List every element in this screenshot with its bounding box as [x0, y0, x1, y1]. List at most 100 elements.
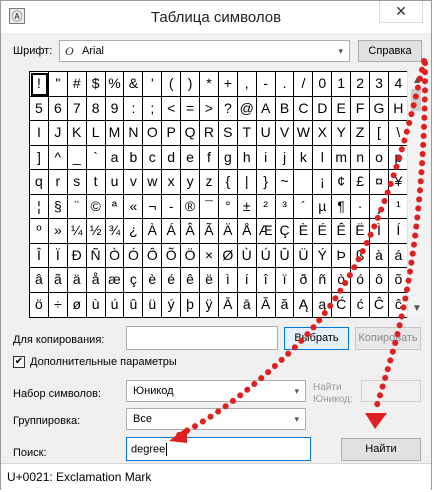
- char-cell[interactable]: &: [124, 72, 144, 97]
- char-cell[interactable]: ±: [237, 194, 257, 219]
- char-cell[interactable]: U: [256, 121, 276, 146]
- char-cell[interactable]: ä: [67, 268, 87, 293]
- char-cell[interactable]: ÷: [49, 292, 68, 317]
- char-cell[interactable]: æ: [105, 268, 125, 293]
- scroll-down-icon[interactable]: ▼: [412, 303, 422, 314]
- char-cell[interactable]: ¡: [313, 170, 333, 195]
- char-cell[interactable]: (: [162, 72, 182, 97]
- char-cell[interactable]: Ê: [332, 219, 352, 244]
- char-cell[interactable]: á: [388, 244, 408, 268]
- char-cell[interactable]: ù: [87, 292, 106, 317]
- char-cell[interactable]: h: [237, 145, 257, 170]
- char-cell[interactable]: r: [48, 170, 68, 195]
- char-cell[interactable]: \: [388, 121, 408, 146]
- char-cell[interactable]: ï: [275, 268, 295, 293]
- char-cell[interactable]: ²: [256, 194, 276, 219]
- char-cell[interactable]: Ù: [237, 243, 257, 268]
- char-cell[interactable]: ¤: [370, 170, 389, 195]
- char-cell[interactable]: ¢: [332, 170, 352, 195]
- char-cell[interactable]: 5: [30, 96, 49, 121]
- char-cell[interactable]: s: [67, 170, 87, 195]
- char-cell[interactable]: P: [162, 121, 182, 146]
- char-cell[interactable]: T: [237, 121, 257, 146]
- char-cell[interactable]: ¦: [30, 194, 49, 219]
- find-button[interactable]: Найти: [341, 438, 421, 461]
- char-cell[interactable]: Ï: [48, 243, 68, 268]
- goto-unicode-input[interactable]: [361, 380, 421, 402]
- char-cell[interactable]: .: [275, 72, 295, 97]
- scroll-up-icon[interactable]: ▲: [412, 75, 422, 86]
- char-cell[interactable]: å: [86, 268, 106, 293]
- char-cell[interactable]: «: [124, 194, 144, 219]
- char-cell[interactable]: @: [237, 96, 257, 121]
- char-cell[interactable]: O: [143, 121, 163, 146]
- char-cell[interactable]: ,: [237, 72, 257, 97]
- char-cell[interactable]: ý: [162, 292, 182, 317]
- char-cell[interactable]: N: [124, 121, 144, 146]
- char-cell[interactable]: Ô: [143, 243, 163, 268]
- select-button[interactable]: Выбрать: [284, 327, 349, 350]
- char-cell[interactable]: Y: [332, 121, 352, 146]
- char-cell[interactable]: ¿: [124, 219, 144, 244]
- char-cell[interactable]: ñ: [313, 268, 333, 293]
- char-cell[interactable]: ì: [218, 268, 238, 293]
- char-cell[interactable]: Æ: [256, 219, 276, 244]
- char-cell[interactable]: Ã: [200, 219, 219, 244]
- char-cell[interactable]: þ: [181, 292, 201, 317]
- char-cell[interactable]: A: [256, 96, 276, 121]
- char-cell[interactable]: :: [124, 96, 144, 121]
- char-cell[interactable]: À: [143, 219, 163, 244]
- char-cell[interactable]: G: [370, 96, 389, 121]
- char-cell[interactable]: c: [143, 145, 163, 170]
- char-cell[interactable]: d: [162, 145, 182, 170]
- char-cell[interactable]: £: [351, 170, 371, 195]
- search-input[interactable]: degree: [126, 437, 311, 461]
- char-cell[interactable]: F: [351, 96, 371, 121]
- char-cell[interactable]: â: [30, 268, 49, 293]
- char-cell[interactable]: %: [105, 72, 125, 97]
- char-cell[interactable]: Û: [275, 243, 295, 268]
- char-cell[interactable]: Z: [351, 121, 371, 146]
- char-cell[interactable]: ê: [181, 268, 201, 293]
- char-cell[interactable]: 1: [332, 72, 352, 97]
- char-cell[interactable]: ð: [294, 268, 314, 293]
- char-cell[interactable]: ¶: [332, 194, 352, 219]
- char-cell[interactable]: Å: [237, 219, 257, 244]
- grouping-select[interactable]: Все ▾: [126, 408, 306, 430]
- char-cell[interactable]: Ç: [275, 219, 295, 244]
- char-cell[interactable]: 7: [67, 96, 87, 121]
- advanced-label[interactable]: Дополнительные параметры: [30, 356, 177, 368]
- char-cell[interactable]: ç: [124, 268, 144, 293]
- char-cell[interactable]: W: [294, 121, 314, 146]
- char-cell[interactable]: K: [67, 121, 87, 146]
- char-cell[interactable]: Ð: [67, 243, 87, 268]
- char-cell[interactable]: ´: [294, 194, 314, 219]
- char-cell[interactable]: í: [237, 268, 257, 293]
- char-cell[interactable]: e: [181, 145, 201, 170]
- char-cell[interactable]: ¾: [105, 219, 125, 244]
- char-cell[interactable]: ³: [275, 194, 295, 219]
- char-cell[interactable]: ¸: [370, 194, 389, 219]
- char-cell[interactable]: ½: [86, 219, 106, 244]
- char-cell[interactable]: C: [294, 96, 314, 121]
- char-cell[interactable]: Ă: [257, 292, 276, 317]
- char-cell[interactable]: Ć: [332, 292, 352, 317]
- char-cell[interactable]: _: [67, 145, 87, 170]
- char-cell[interactable]: Ý: [313, 243, 333, 268]
- char-cell[interactable]: ô: [370, 268, 389, 293]
- char-cell[interactable]: ': [143, 72, 163, 97]
- char-cell[interactable]: L: [86, 121, 106, 146]
- char-cell[interactable]: ă: [276, 292, 295, 317]
- char-cell[interactable]: ¨: [67, 194, 87, 219]
- char-cell[interactable]: $: [86, 72, 106, 97]
- char-cell[interactable]: f: [200, 145, 219, 170]
- char-cell[interactable]: u: [105, 170, 125, 195]
- char-cell[interactable]: [294, 170, 314, 195]
- char-cell[interactable]: º: [30, 219, 49, 244]
- char-cell[interactable]: ^: [48, 145, 68, 170]
- char-cell[interactable]: 3: [370, 72, 389, 97]
- char-cell[interactable]: X: [313, 121, 333, 146]
- char-cell[interactable]: Ñ: [86, 243, 106, 268]
- char-cell[interactable]: j: [275, 145, 295, 170]
- char-cell[interactable]: -: [162, 194, 182, 219]
